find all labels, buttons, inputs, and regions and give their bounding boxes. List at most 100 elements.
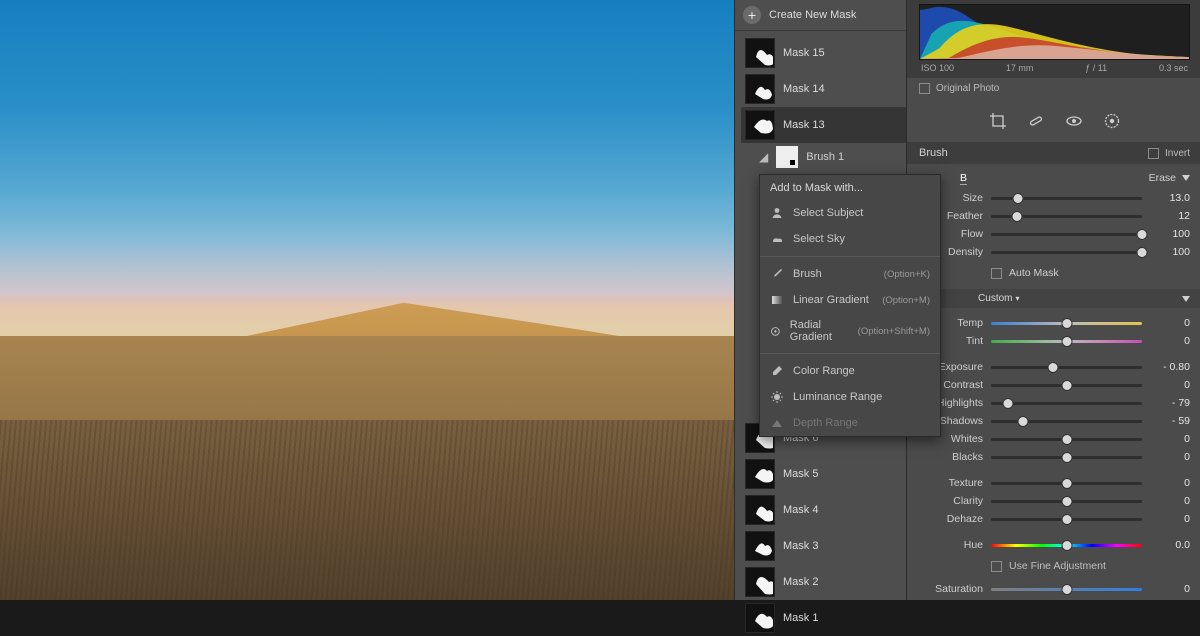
mask-item[interactable]: Mask 1 bbox=[741, 600, 906, 636]
mask-item[interactable]: Mask 5 bbox=[741, 456, 906, 492]
automask-row[interactable]: Auto Mask bbox=[919, 261, 1190, 289]
menu-item-sky[interactable]: Select Sky bbox=[760, 226, 940, 252]
mask-item[interactable]: Mask 13 bbox=[741, 107, 906, 143]
slider-value: 13.0 bbox=[1150, 192, 1190, 204]
slider-track[interactable] bbox=[991, 322, 1142, 325]
slider-track[interactable] bbox=[991, 233, 1142, 236]
slider-flow[interactable]: Flow 100 bbox=[919, 225, 1190, 243]
slider-track[interactable] bbox=[991, 366, 1142, 369]
menu-item-brush[interactable]: Brush (Option+K) bbox=[760, 261, 940, 287]
visibility-icon[interactable]: ◢ bbox=[759, 150, 768, 164]
create-mask-row[interactable]: + Create New Mask bbox=[735, 0, 906, 31]
slider-knob[interactable] bbox=[1061, 514, 1072, 525]
brush-abe-row: A B Erase bbox=[919, 164, 1190, 189]
slider-saturation[interactable]: Saturation 0 bbox=[919, 580, 1190, 598]
slider-knob[interactable] bbox=[1061, 336, 1072, 347]
slider-label: Texture bbox=[919, 477, 983, 489]
menu-item-luminance[interactable]: Luminance Range bbox=[760, 384, 940, 410]
menu-item-color[interactable]: Color Range bbox=[760, 358, 940, 384]
slider-tint[interactable]: Tint 0 bbox=[919, 332, 1190, 350]
masking-icon[interactable] bbox=[1103, 112, 1121, 130]
slider-feather[interactable]: Feather 12 bbox=[919, 207, 1190, 225]
plus-icon[interactable]: + bbox=[743, 6, 761, 24]
redeye-icon[interactable] bbox=[1065, 112, 1083, 130]
slider-knob[interactable] bbox=[1061, 452, 1072, 463]
slider-dehaze[interactable]: Dehaze 0 bbox=[919, 510, 1190, 528]
slider-knob[interactable] bbox=[1061, 584, 1072, 595]
slider-track[interactable] bbox=[991, 518, 1142, 521]
slider-track[interactable] bbox=[991, 420, 1142, 423]
slider-knob[interactable] bbox=[1137, 229, 1148, 240]
fine-adjustment-row[interactable]: Use Fine Adjustment bbox=[919, 554, 1190, 580]
slider-knob[interactable] bbox=[1013, 193, 1024, 204]
mask-thumb bbox=[745, 110, 775, 140]
effect-preset[interactable]: Custom▾ bbox=[978, 293, 1019, 304]
slider-track[interactable] bbox=[991, 340, 1142, 343]
slider-texture[interactable]: Texture 0 bbox=[919, 474, 1190, 492]
brush-erase[interactable]: Erase bbox=[1149, 172, 1190, 185]
slider-shadows[interactable]: Shadows - 59 bbox=[919, 412, 1190, 430]
invert-checkbox[interactable] bbox=[1148, 148, 1159, 159]
mask-name: Mask 1 bbox=[783, 612, 818, 624]
slider-knob[interactable] bbox=[1011, 211, 1022, 222]
slider-temp[interactable]: Temp 0 bbox=[919, 314, 1190, 332]
fine-adjustment-checkbox[interactable] bbox=[991, 561, 1002, 572]
slider-knob[interactable] bbox=[1061, 540, 1072, 551]
menu-separator bbox=[760, 353, 940, 354]
slider-track[interactable] bbox=[991, 456, 1142, 459]
menu-item-subject[interactable]: Select Subject bbox=[760, 200, 940, 226]
brush-b[interactable]: B bbox=[960, 172, 967, 185]
crop-icon[interactable] bbox=[989, 112, 1007, 130]
mask-item[interactable]: Mask 2 bbox=[741, 564, 906, 600]
slider-contrast[interactable]: Contrast 0 bbox=[919, 376, 1190, 394]
mask-item[interactable]: Mask 3 bbox=[741, 528, 906, 564]
slider-knob[interactable] bbox=[1047, 362, 1058, 373]
slider-knob[interactable] bbox=[1017, 416, 1028, 427]
mask-item[interactable]: Mask 15 bbox=[741, 35, 906, 71]
mask-item[interactable]: Mask 14 bbox=[741, 71, 906, 107]
slider-track[interactable] bbox=[991, 500, 1142, 503]
brush-component-row[interactable]: ◢ Brush 1 bbox=[735, 143, 906, 174]
menu-item-label: Select Subject bbox=[793, 207, 863, 219]
slider-blacks[interactable]: Blacks 0 bbox=[919, 448, 1190, 466]
slider-track[interactable] bbox=[991, 544, 1142, 547]
chevron-down-icon bbox=[1182, 175, 1190, 181]
effect-disclosure-icon[interactable] bbox=[1182, 296, 1190, 302]
mask-name: Mask 15 bbox=[783, 47, 825, 59]
slider-whites[interactable]: Whites 0 bbox=[919, 430, 1190, 448]
original-photo-row[interactable]: Original Photo bbox=[919, 78, 1190, 102]
slider-track[interactable] bbox=[991, 588, 1142, 591]
slider-label: Clarity bbox=[919, 495, 983, 507]
slider-density[interactable]: Density 100 bbox=[919, 243, 1190, 261]
slider-knob[interactable] bbox=[1002, 398, 1013, 409]
slider-knob[interactable] bbox=[1137, 247, 1148, 258]
slider-knob[interactable] bbox=[1061, 434, 1072, 445]
slider-highlights[interactable]: Highlights - 79 bbox=[919, 394, 1190, 412]
menu-item-label: Brush bbox=[793, 268, 822, 280]
menu-item-linear[interactable]: Linear Gradient (Option+M) bbox=[760, 287, 940, 313]
slider-track[interactable] bbox=[991, 215, 1142, 218]
brush-section-title: Brush bbox=[919, 147, 948, 159]
menu-item-radial[interactable]: Radial Gradient (Option+Shift+M) bbox=[760, 313, 940, 349]
mask-thumb bbox=[745, 459, 775, 489]
histogram[interactable] bbox=[919, 4, 1190, 60]
slider-track[interactable] bbox=[991, 384, 1142, 387]
heal-icon[interactable] bbox=[1027, 112, 1045, 130]
slider-track[interactable] bbox=[991, 438, 1142, 441]
slider-exposure[interactable]: Exposure - 0.80 bbox=[919, 358, 1190, 376]
slider-track[interactable] bbox=[991, 482, 1142, 485]
slider-knob[interactable] bbox=[1061, 380, 1072, 391]
slider-track[interactable] bbox=[991, 251, 1142, 254]
slider-size[interactable]: Size 13.0 bbox=[919, 189, 1190, 207]
slider-clarity[interactable]: Clarity 0 bbox=[919, 492, 1190, 510]
slider-value: 0 bbox=[1150, 477, 1190, 489]
slider-track[interactable] bbox=[991, 197, 1142, 200]
automask-checkbox[interactable] bbox=[991, 268, 1002, 279]
slider-track[interactable] bbox=[991, 402, 1142, 405]
slider-knob[interactable] bbox=[1061, 496, 1072, 507]
slider-hue[interactable]: Hue 0.0 bbox=[919, 536, 1190, 554]
mask-item[interactable]: Mask 4 bbox=[741, 492, 906, 528]
slider-knob[interactable] bbox=[1061, 478, 1072, 489]
slider-knob[interactable] bbox=[1061, 318, 1072, 329]
original-checkbox[interactable] bbox=[919, 83, 930, 94]
